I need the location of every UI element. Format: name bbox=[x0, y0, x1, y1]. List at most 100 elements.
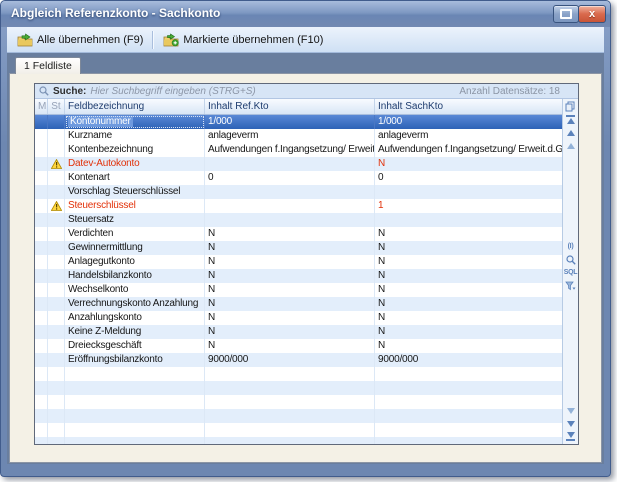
cell-inhalt-refkto[interactable] bbox=[205, 185, 375, 199]
search-input[interactable]: Hier Suchbegriff eingeben (STRG+S) bbox=[90, 86, 455, 97]
cell-feldbezeichnung[interactable]: Kontenart bbox=[65, 171, 205, 185]
table-row[interactable]: Steuersatz bbox=[35, 213, 562, 227]
cell-inhalt-sachkto[interactable]: N bbox=[375, 157, 562, 171]
copy-icon[interactable] bbox=[564, 100, 578, 113]
sql-icon[interactable]: SQL bbox=[564, 266, 578, 279]
cell-inhalt-refkto[interactable]: N bbox=[205, 269, 375, 283]
cell-inhalt-refkto[interactable] bbox=[205, 409, 375, 423]
cell-inhalt-refkto[interactable]: N bbox=[205, 297, 375, 311]
table-row[interactable]: Kurzname anlageverm anlageverm bbox=[35, 129, 562, 143]
cell-marked[interactable] bbox=[35, 199, 48, 213]
cell-inhalt-sachkto[interactable]: Aufwendungen f.Ingangsetzung/ Erweit.d.G… bbox=[375, 143, 562, 157]
cell-marked[interactable] bbox=[35, 423, 48, 437]
cell-inhalt-refkto[interactable] bbox=[205, 423, 375, 437]
cell-feldbezeichnung[interactable]: Kontonummer bbox=[65, 115, 205, 129]
table-row[interactable] bbox=[35, 423, 562, 437]
table-row[interactable]: Gewinnermittlung N N bbox=[35, 241, 562, 255]
cell-marked[interactable] bbox=[35, 381, 48, 395]
cell-inhalt-refkto[interactable] bbox=[205, 395, 375, 409]
cell-inhalt-refkto[interactable] bbox=[205, 437, 375, 444]
cell-inhalt-sachkto[interactable]: N bbox=[375, 227, 562, 241]
cell-feldbezeichnung[interactable] bbox=[65, 367, 205, 381]
cell-feldbezeichnung[interactable] bbox=[65, 381, 205, 395]
cell-inhalt-sachkto[interactable]: N bbox=[375, 311, 562, 325]
cell-feldbezeichnung[interactable]: Anlagegutkonto bbox=[65, 255, 205, 269]
cell-inhalt-sachkto[interactable]: N bbox=[375, 339, 562, 353]
cell-feldbezeichnung[interactable]: Keine Z-Meldung bbox=[65, 325, 205, 339]
cell-feldbezeichnung[interactable]: Gewinnermittlung bbox=[65, 241, 205, 255]
cell-inhalt-refkto[interactable]: Aufwendungen f.Ingangsetzung/ Erweit.d.G… bbox=[205, 143, 375, 157]
cell-inhalt-refkto[interactable] bbox=[205, 213, 375, 227]
cell-inhalt-sachkto[interactable] bbox=[375, 381, 562, 395]
column-header-feldbezeichnung[interactable]: Feldbezeichnung bbox=[65, 99, 205, 114]
cell-inhalt-refkto[interactable]: 0 bbox=[205, 171, 375, 185]
cell-feldbezeichnung[interactable] bbox=[65, 437, 205, 444]
table-row[interactable]: Verdichten N N bbox=[35, 227, 562, 241]
cell-marked[interactable] bbox=[35, 395, 48, 409]
cell-inhalt-sachkto[interactable] bbox=[375, 423, 562, 437]
row-indicator-icon[interactable]: (I) bbox=[564, 240, 578, 253]
cell-marked[interactable] bbox=[35, 269, 48, 283]
column-header-m[interactable]: M bbox=[35, 99, 48, 114]
cell-feldbezeichnung[interactable]: Anzahlungskonto bbox=[65, 311, 205, 325]
tab-feldliste[interactable]: 1 Feldliste bbox=[15, 57, 81, 74]
cell-feldbezeichnung[interactable]: Datev-Autokonto bbox=[65, 157, 205, 171]
cell-inhalt-refkto[interactable]: N bbox=[205, 241, 375, 255]
table-row[interactable]: Datev-Autokonto N bbox=[35, 157, 562, 171]
cell-inhalt-refkto[interactable]: N bbox=[205, 311, 375, 325]
table-row[interactable]: Kontenart 0 0 bbox=[35, 171, 562, 185]
cell-marked[interactable] bbox=[35, 171, 48, 185]
cell-inhalt-sachkto[interactable] bbox=[375, 367, 562, 381]
cell-inhalt-sachkto[interactable]: 1 bbox=[375, 199, 562, 213]
cell-inhalt-sachkto[interactable]: anlageverm bbox=[375, 129, 562, 143]
titlebar[interactable]: Abgleich Referenzkonto - Sachkonto x bbox=[1, 1, 610, 27]
cell-inhalt-refkto[interactable]: N bbox=[205, 325, 375, 339]
cell-marked[interactable] bbox=[35, 409, 48, 423]
table-row[interactable]: Wechselkonto N N bbox=[35, 283, 562, 297]
cell-marked[interactable] bbox=[35, 353, 48, 367]
table-row[interactable]: Dreiecksgeschäft N N bbox=[35, 339, 562, 353]
arrow-up-disabled-icon[interactable] bbox=[564, 139, 578, 152]
cell-marked[interactable] bbox=[35, 437, 48, 444]
table-row[interactable]: Steuerschlüssel 1 bbox=[35, 199, 562, 213]
table-row[interactable]: Kontenbezeichnung Aufwendungen f.Ingangs… bbox=[35, 143, 562, 157]
table-row[interactable]: Anlagegutkonto N N bbox=[35, 255, 562, 269]
table-row[interactable] bbox=[35, 437, 562, 444]
cell-marked[interactable] bbox=[35, 339, 48, 353]
cell-feldbezeichnung[interactable]: Handelsbilanzkonto bbox=[65, 269, 205, 283]
cell-feldbezeichnung[interactable]: Verrechnungskonto Anzahlung bbox=[65, 297, 205, 311]
cell-marked[interactable] bbox=[35, 367, 48, 381]
cell-feldbezeichnung[interactable]: Steuersatz bbox=[65, 213, 205, 227]
arrow-down-disabled-icon[interactable] bbox=[564, 404, 578, 417]
cell-marked[interactable] bbox=[35, 297, 48, 311]
table-row[interactable] bbox=[35, 395, 562, 409]
cell-marked[interactable] bbox=[35, 129, 48, 143]
table-row[interactable]: Verrechnungskonto Anzahlung N N bbox=[35, 297, 562, 311]
cell-feldbezeichnung[interactable]: Wechselkonto bbox=[65, 283, 205, 297]
cell-inhalt-refkto[interactable]: 9000/000 bbox=[205, 353, 375, 367]
table-row[interactable]: Kontonummer 1/000 1/000 bbox=[35, 115, 562, 129]
maximize-button[interactable] bbox=[553, 5, 579, 23]
cell-inhalt-refkto[interactable]: anlageverm bbox=[205, 129, 375, 143]
cell-feldbezeichnung[interactable] bbox=[65, 395, 205, 409]
cell-inhalt-refkto[interactable]: N bbox=[205, 227, 375, 241]
grid-search-icon[interactable] bbox=[564, 253, 578, 266]
cell-inhalt-sachkto[interactable] bbox=[375, 185, 562, 199]
close-button[interactable]: x bbox=[578, 5, 606, 23]
cell-inhalt-refkto[interactable]: 1/000 bbox=[205, 115, 375, 129]
cell-feldbezeichnung[interactable] bbox=[65, 409, 205, 423]
cell-marked[interactable] bbox=[35, 311, 48, 325]
cell-inhalt-refkto[interactable] bbox=[205, 157, 375, 171]
cell-inhalt-refkto[interactable] bbox=[205, 199, 375, 213]
go-top-icon[interactable] bbox=[564, 113, 578, 126]
cell-marked[interactable] bbox=[35, 185, 48, 199]
cell-inhalt-refkto[interactable] bbox=[205, 367, 375, 381]
table-row[interactable]: Keine Z-Meldung N N bbox=[35, 325, 562, 339]
apply-marked-button[interactable]: Markierte übernehmen (F10) bbox=[157, 31, 329, 49]
cell-inhalt-sachkto[interactable] bbox=[375, 213, 562, 227]
cell-inhalt-sachkto[interactable] bbox=[375, 395, 562, 409]
table-row[interactable]: Anzahlungskonto N N bbox=[35, 311, 562, 325]
table-row[interactable] bbox=[35, 409, 562, 423]
grid-search-bar[interactable]: Suche: Hier Suchbegriff eingeben (STRG+S… bbox=[35, 84, 578, 99]
table-row[interactable]: Eröffnungsbilanzkonto 9000/000 9000/000 bbox=[35, 353, 562, 367]
